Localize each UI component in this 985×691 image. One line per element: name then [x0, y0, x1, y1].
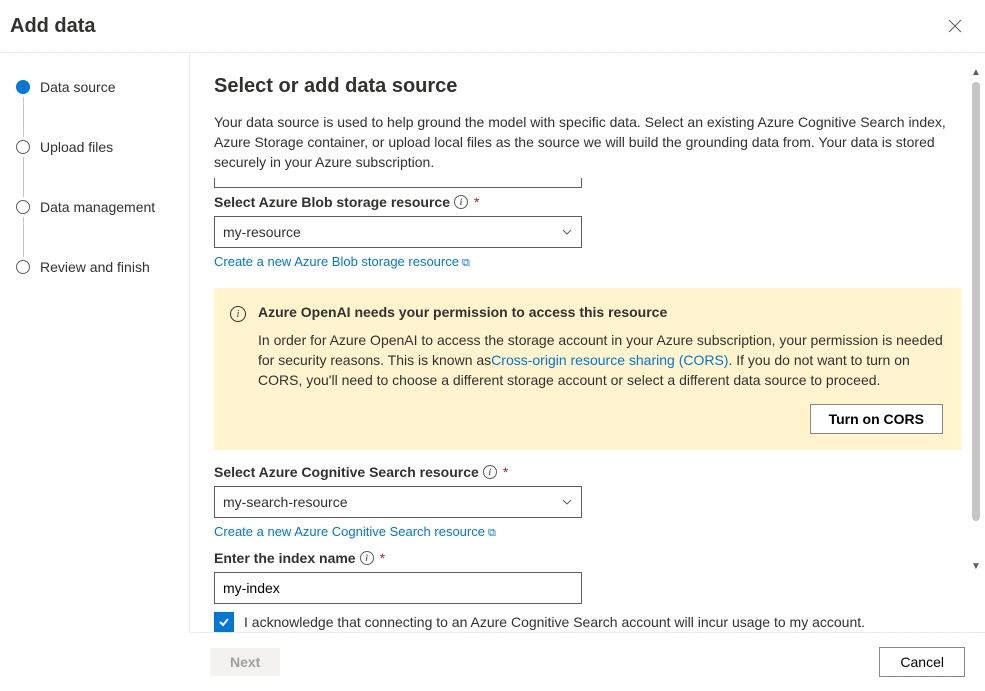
- blob-storage-field: Select Azure Blob storage resource i * m…: [214, 194, 961, 270]
- banner-text: In order for Azure OpenAI to access the …: [258, 330, 943, 390]
- checkmark-icon: [217, 615, 231, 629]
- label-text: Select Azure Cognitive Search resource: [214, 464, 479, 480]
- main-wrap: Select or add data source Your data sour…: [190, 53, 985, 632]
- info-icon[interactable]: i: [483, 465, 497, 479]
- stepper-nav: Data source Upload files Data management…: [0, 53, 190, 632]
- dialog-body: Data source Upload files Data management…: [0, 53, 985, 632]
- blob-create-link-row: Create a new Azure Blob storage resource…: [214, 254, 961, 270]
- index-name-field: Enter the index name i *: [214, 550, 961, 604]
- banner-title: Azure OpenAI needs your permission to ac…: [258, 304, 943, 320]
- step-connector: [23, 217, 24, 257]
- dialog-footer: Next Cancel: [190, 632, 985, 691]
- info-icon[interactable]: i: [360, 551, 374, 565]
- create-blob-link[interactable]: Create a new Azure Blob storage resource…: [214, 254, 470, 269]
- main-panel: Select or add data source Your data sour…: [190, 53, 985, 632]
- step-dot-icon: [16, 140, 30, 154]
- blob-label: Select Azure Blob storage resource i *: [214, 194, 961, 210]
- required-marker: *: [474, 194, 479, 210]
- required-marker: *: [503, 464, 508, 480]
- banner-button-row: Turn on CORS: [258, 404, 943, 434]
- scroll-down-icon: ▼: [971, 561, 981, 572]
- step-label: Upload files: [40, 139, 113, 155]
- dialog-header: Add data: [0, 0, 985, 53]
- add-data-dialog: Add data Data source Upload files Data m…: [0, 0, 985, 691]
- cors-warning-banner: i Azure OpenAI needs your permission to …: [214, 288, 961, 450]
- link-text: Create a new Azure Blob storage resource: [214, 254, 459, 269]
- info-icon[interactable]: i: [454, 195, 468, 209]
- next-button[interactable]: Next: [210, 648, 280, 676]
- step-data-management[interactable]: Data management: [16, 197, 177, 217]
- label-text: Select Azure Blob storage resource: [214, 194, 450, 210]
- dropdown-value: my-search-resource: [223, 494, 347, 510]
- step-data-source[interactable]: Data source: [16, 77, 177, 97]
- acknowledge-row: I acknowledge that connecting to an Azur…: [214, 612, 961, 632]
- required-marker: *: [380, 550, 385, 566]
- step-label: Data source: [40, 79, 115, 95]
- dropdown-value: my-resource: [223, 224, 301, 240]
- step-dot-icon: [16, 80, 30, 94]
- link-text: Create a new Azure Cognitive Search reso…: [214, 524, 485, 539]
- scroll-thumb[interactable]: [972, 82, 980, 521]
- section-heading: Select or add data source: [214, 75, 961, 98]
- step-dot-icon: [16, 200, 30, 214]
- close-button[interactable]: [943, 14, 967, 38]
- step-connector: [23, 157, 24, 197]
- external-link-icon: ⧉: [488, 527, 496, 539]
- banner-body: Azure OpenAI needs your permission to ac…: [258, 304, 943, 434]
- close-icon: [948, 19, 962, 33]
- acknowledge-label: I acknowledge that connecting to an Azur…: [244, 614, 865, 630]
- info-icon: i: [230, 306, 246, 322]
- chevron-down-icon: [561, 496, 573, 508]
- search-create-link-row: Create a new Azure Cognitive Search reso…: [214, 524, 961, 540]
- turn-on-cors-button[interactable]: Turn on CORS: [810, 404, 943, 434]
- cognitive-search-field: Select Azure Cognitive Search resource i…: [214, 464, 961, 540]
- search-label: Select Azure Cognitive Search resource i…: [214, 464, 961, 480]
- label-text: Enter the index name: [214, 550, 356, 566]
- truncated-field-above: [214, 178, 582, 188]
- dialog-title: Add data: [10, 15, 96, 38]
- cors-link[interactable]: Cross-origin resource sharing (CORS): [491, 352, 728, 368]
- step-review-finish[interactable]: Review and finish: [16, 257, 177, 277]
- search-resource-dropdown[interactable]: my-search-resource: [214, 486, 582, 518]
- step-dot-icon: [16, 260, 30, 274]
- scroll-up-icon: ▲: [971, 67, 981, 78]
- step-connector: [23, 97, 24, 137]
- index-label: Enter the index name i *: [214, 550, 961, 566]
- external-link-icon: ⧉: [462, 257, 470, 269]
- acknowledge-checkbox[interactable]: [214, 612, 234, 632]
- create-search-link[interactable]: Create a new Azure Cognitive Search reso…: [214, 524, 496, 539]
- step-label: Data management: [40, 199, 155, 215]
- index-name-input[interactable]: [214, 572, 582, 604]
- cancel-button[interactable]: Cancel: [879, 647, 965, 677]
- step-label: Review and finish: [40, 259, 150, 275]
- scrollbar[interactable]: ▲ ▼: [969, 67, 983, 572]
- intro-text: Your data source is used to help ground …: [214, 112, 961, 172]
- blob-resource-dropdown[interactable]: my-resource: [214, 216, 582, 248]
- chevron-down-icon: [561, 226, 573, 238]
- step-upload-files[interactable]: Upload files: [16, 137, 177, 157]
